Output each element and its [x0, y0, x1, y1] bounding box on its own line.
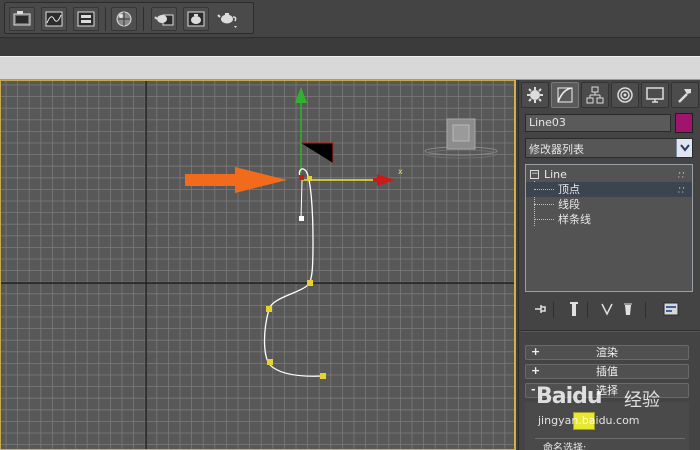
- spline-vertex[interactable]: [266, 306, 272, 312]
- configure-sets-icon: [663, 302, 679, 316]
- toolbar-gap: [0, 38, 700, 56]
- selection-rollout-body: 命名选择:: [525, 402, 689, 450]
- command-panel-tabs: [521, 82, 699, 110]
- trash-icon: [624, 303, 632, 315]
- render-production-button[interactable]: [183, 7, 209, 31]
- stack-item-segment[interactable]: 线段: [526, 197, 692, 212]
- spline-vertex[interactable]: [307, 176, 312, 181]
- grid-object-gizmo: [424, 118, 498, 159]
- show-end-result-button[interactable]: [565, 300, 583, 318]
- teapot-frame-icon: [154, 14, 174, 26]
- named-selection-group: 命名选择:: [535, 438, 685, 450]
- tab-hierarchy[interactable]: [581, 82, 609, 108]
- curve-editor-icon: [45, 11, 63, 27]
- make-unique-button[interactable]: [599, 300, 617, 318]
- object-color-swatch[interactable]: [675, 113, 693, 133]
- vertex-select-icon[interactable]: [573, 412, 595, 430]
- spline-vertex[interactable]: [320, 373, 326, 379]
- display-icon: [646, 87, 664, 103]
- teapot-dropdown-icon: [217, 13, 237, 28]
- pin-stack-button[interactable]: [531, 300, 549, 318]
- render-dropdown-button[interactable]: [215, 7, 241, 31]
- ribbon-strip: [0, 56, 700, 80]
- rollout-selection[interactable]: - 选择: [525, 383, 689, 398]
- create-icon: [527, 87, 543, 103]
- rollout-label: 插值: [596, 365, 618, 378]
- stack-item-label: 样条线: [558, 213, 591, 226]
- schematic-view-button[interactable]: [73, 7, 99, 31]
- configure-modifier-sets-button[interactable]: [661, 300, 681, 318]
- stack-item-spline[interactable]: 样条线: [526, 212, 692, 227]
- gizmo-x-label: x: [398, 167, 403, 176]
- rollout-label: 选择: [596, 384, 618, 397]
- tab-display[interactable]: [641, 82, 669, 108]
- chevron-down-icon[interactable]: [676, 139, 692, 157]
- command-panel: Line03 修改器列表 − Line ·̣·̣ 顶点 ·̣·̣ 线段 样条线 …: [518, 80, 700, 450]
- remove-modifier-button[interactable]: [619, 300, 637, 318]
- render-frame-button[interactable]: [151, 7, 177, 31]
- schematic-view-icon: [77, 11, 95, 27]
- modifier-stack: − Line ·̣·̣ 顶点 ·̣·̣ 线段 样条线: [525, 164, 693, 292]
- spline-tangent-handle: [300, 180, 303, 220]
- viewport-canvas[interactable]: x: [1, 81, 516, 450]
- render-setup-icon: [13, 11, 31, 26]
- utilities-icon: [678, 89, 691, 103]
- pin-icon: [535, 305, 546, 313]
- panel-divider: [521, 330, 699, 332]
- subobject-dots-icon: ·̣·̣: [678, 184, 686, 194]
- stack-toolbar: [525, 298, 693, 320]
- named-selection-label: 命名选择:: [541, 439, 589, 450]
- collapse-icon[interactable]: −: [530, 170, 539, 179]
- stack-item-label: Line: [544, 168, 567, 181]
- object-name-field[interactable]: Line03: [525, 114, 671, 132]
- show-end-result-icon: [570, 302, 578, 316]
- rollout-label: 渲染: [596, 346, 618, 359]
- curve-editor-button[interactable]: [41, 7, 67, 31]
- tab-create[interactable]: [521, 82, 549, 108]
- stack-item-label: 线段: [558, 198, 580, 211]
- stack-item-line[interactable]: − Line ·̣·̣: [526, 167, 692, 182]
- render-toolbar-group: [4, 2, 254, 34]
- rollout-rendering[interactable]: + 渲染: [525, 345, 689, 360]
- stack-item-label: 顶点: [558, 183, 580, 196]
- tab-modify[interactable]: [551, 82, 579, 108]
- material-editor-icon: [116, 11, 132, 27]
- main-toolbar: [0, 0, 700, 38]
- viewport-grid: [1, 81, 514, 449]
- stack-item-vertex[interactable]: 顶点 ·̣·̣: [526, 182, 692, 197]
- max-screen: x Line03 修改器列表 − Line ·̣·̣ 顶点 ·̣·̣ 线段 样条…: [0, 0, 700, 450]
- spline-handle-point[interactable]: [299, 216, 304, 221]
- tab-utilities[interactable]: [671, 82, 699, 108]
- modifier-list-label: 修改器列表: [529, 143, 584, 156]
- rollout-interpolation[interactable]: + 插值: [525, 364, 689, 379]
- hierarchy-icon: [586, 86, 604, 104]
- spline-line03[interactable]: [263, 168, 324, 377]
- perspective-viewport[interactable]: x: [0, 80, 516, 450]
- transform-gizmo[interactable]: x: [295, 87, 403, 186]
- modify-icon: [557, 87, 573, 103]
- spline-vertex[interactable]: [307, 280, 313, 286]
- modifier-list-dropdown[interactable]: 修改器列表: [525, 138, 693, 158]
- material-editor-button[interactable]: [111, 7, 137, 31]
- spline-vertex[interactable]: [299, 175, 304, 180]
- light-bulb-dots-icon: ·̣·̣: [678, 169, 686, 179]
- make-unique-icon: [601, 303, 613, 316]
- render-setup-button[interactable]: [9, 7, 35, 31]
- tab-motion[interactable]: [611, 82, 639, 108]
- spline-vertex[interactable]: [267, 359, 273, 365]
- motion-icon: [617, 87, 633, 103]
- teapot-render-icon: [187, 11, 205, 27]
